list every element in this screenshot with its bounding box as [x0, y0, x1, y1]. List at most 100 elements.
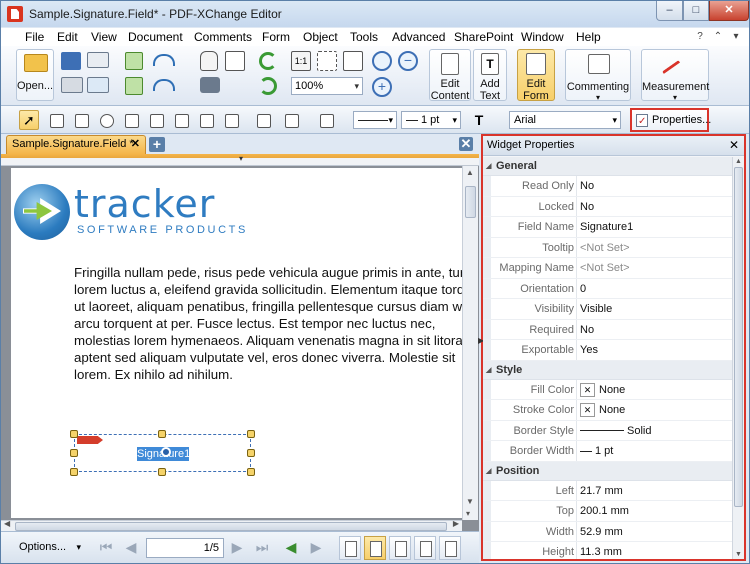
email-icon[interactable]: [87, 52, 109, 68]
measurement-button[interactable]: Measurement ▾: [641, 49, 709, 102]
scroll-right-icon[interactable]: ▶: [453, 519, 459, 528]
scroll-left-icon[interactable]: ◀: [4, 519, 10, 528]
prop-value[interactable]: No: [580, 320, 594, 340]
fit-page-icon[interactable]: [317, 51, 337, 71]
prop-value[interactable]: 11.3 mm: [580, 542, 622, 559]
close-pane-icon[interactable]: ✕: [459, 137, 473, 151]
menu-object[interactable]: Object: [303, 30, 338, 44]
minimize-button[interactable]: –: [656, 1, 683, 21]
section-style[interactable]: Style: [483, 360, 732, 380]
new-tab-button[interactable]: +: [149, 137, 165, 152]
resize-handle-t[interactable]: [158, 430, 166, 438]
prop-stroke-color[interactable]: Stroke Color ✕ None: [483, 400, 732, 421]
facing-view-button[interactable]: [389, 536, 411, 560]
prop-border-width[interactable]: Border Width 1 pt: [483, 441, 732, 462]
font-combo[interactable]: Arial ▾: [509, 111, 621, 129]
horizontal-scroll-thumb[interactable]: [15, 522, 447, 531]
prev-page-icon[interactable]: ◀: [121, 538, 141, 556]
resize-handle-tr[interactable]: [247, 430, 255, 438]
resize-handle-l[interactable]: [70, 449, 78, 457]
menu-file[interactable]: File: [25, 30, 44, 44]
print-icon[interactable]: [61, 77, 83, 93]
save-icon[interactable]: [61, 52, 81, 70]
properties-scroll-thumb[interactable]: [734, 167, 743, 507]
undo-icon[interactable]: [153, 54, 175, 66]
page-number-field[interactable]: 1/5: [146, 538, 224, 558]
prop-mapping-name[interactable]: Mapping Name <Not Set>: [483, 258, 732, 279]
vertical-scrollbar[interactable]: ▲ ▼ ▾: [462, 166, 478, 520]
prop-value[interactable]: Signature1: [580, 217, 633, 237]
prop-tooltip[interactable]: Tooltip <Not Set>: [483, 237, 732, 258]
scroll-up-icon[interactable]: ▲: [466, 168, 474, 177]
prop-value[interactable]: <Not Set>: [580, 238, 630, 258]
radio-tool-button[interactable]: [96, 110, 116, 130]
properties-scrollbar[interactable]: ▲ ▼: [732, 157, 744, 559]
menu-form[interactable]: Form: [262, 30, 290, 44]
prop-fill-color[interactable]: Fill Color ✕ None: [483, 379, 732, 400]
resize-handle-tl[interactable]: [70, 430, 78, 438]
continuous-view-button[interactable]: [364, 536, 386, 560]
prop-value[interactable]: No: [580, 176, 594, 196]
section-position[interactable]: Position: [483, 461, 732, 481]
open-button[interactable]: Open...: [16, 49, 54, 101]
zoom-in-icon[interactable]: +: [372, 77, 392, 97]
prop-value[interactable]: 21.7 mm: [580, 481, 623, 501]
prop-value[interactable]: No: [580, 197, 594, 217]
scroll-up-icon[interactable]: ▲: [735, 158, 742, 165]
menu-sharepoint[interactable]: SharePoint: [454, 30, 513, 44]
menu-tools[interactable]: Tools: [350, 30, 378, 44]
commenting-button[interactable]: Commenting ▾: [565, 49, 631, 102]
stroke-color-button[interactable]: [316, 110, 336, 130]
scroll-down-icon[interactable]: ▼: [735, 551, 742, 558]
zoom-combo[interactable]: 100%: [291, 77, 363, 95]
prop-value[interactable]: <Not Set>: [580, 258, 630, 278]
text-color-button[interactable]: T: [469, 110, 489, 130]
next-page-icon[interactable]: ▶: [227, 538, 247, 556]
select-text-icon[interactable]: [225, 51, 245, 71]
checkbox-tool-button[interactable]: [71, 110, 91, 130]
horizontal-scrollbar[interactable]: ◀ ▶: [1, 519, 462, 531]
line-width-combo[interactable]: 1 pt ▾: [401, 111, 461, 129]
resize-handle-bl[interactable]: [70, 468, 78, 476]
single-page-view-button[interactable]: [339, 536, 361, 560]
resize-handle-b[interactable]: [158, 468, 166, 476]
next-view-icon[interactable]: ▶: [306, 538, 326, 556]
prop-required[interactable]: Required No: [483, 319, 732, 340]
barcode-tool-button[interactable]: [221, 110, 241, 130]
prop-value[interactable]: Solid: [580, 421, 651, 441]
prop-visibility[interactable]: Visibility Visible: [483, 299, 732, 320]
fill-color-button[interactable]: [281, 110, 301, 130]
combobox-tool-button[interactable]: [121, 110, 141, 130]
resize-handle-br[interactable]: [247, 468, 255, 476]
last-page-icon[interactable]: ⏭: [252, 538, 272, 556]
back-icon[interactable]: [125, 52, 143, 70]
prop-locked[interactable]: Locked No: [483, 196, 732, 217]
prop-value[interactable]: ✕ None: [580, 400, 625, 420]
prop-exportable[interactable]: Exportable Yes: [483, 340, 732, 361]
close-panel-icon[interactable]: ✕: [729, 136, 739, 155]
prop-width[interactable]: Width 52.9 mm: [483, 521, 732, 542]
prop-value[interactable]: 52.9 mm: [580, 522, 623, 542]
line-style-combo[interactable]: ▾: [353, 111, 397, 129]
hand-tool-icon[interactable]: [200, 51, 218, 71]
prop-value[interactable]: 0: [580, 279, 586, 299]
maximize-button[interactable]: □: [683, 1, 709, 21]
actual-size-icon[interactable]: 1:1: [291, 51, 311, 71]
text-field-tool-button[interactable]: [46, 110, 66, 130]
view-menu-button[interactable]: [439, 536, 461, 560]
listbox-tool-button[interactable]: [146, 110, 166, 130]
prop-value[interactable]: 1 pt: [580, 441, 613, 461]
minimize-ribbon-icon[interactable]: ⌃: [711, 30, 725, 44]
options-icon[interactable]: ▾: [729, 30, 743, 44]
close-tab-icon[interactable]: ✕: [131, 136, 140, 153]
menu-document[interactable]: Document: [128, 30, 183, 44]
edit-form-button[interactable]: Edit Form: [517, 49, 555, 102]
zoom-tool-icon[interactable]: [372, 51, 392, 71]
options-button[interactable]: Options... ▾: [9, 538, 85, 556]
attach-tool-button[interactable]: [253, 110, 273, 130]
zoom-out-icon[interactable]: −: [398, 51, 418, 71]
first-page-icon[interactable]: ⏮: [96, 538, 116, 556]
prop-border-style[interactable]: Border Style Solid: [483, 420, 732, 441]
prop-value[interactable]: 200.1 mm: [580, 501, 629, 521]
help-icon[interactable]: ?: [693, 30, 707, 44]
